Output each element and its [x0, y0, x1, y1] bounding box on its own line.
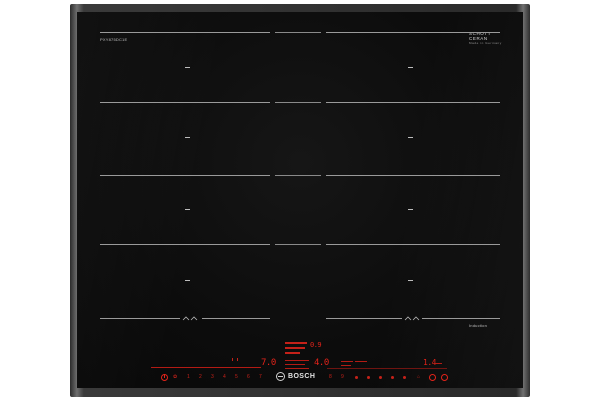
- zone-marker: [408, 67, 413, 68]
- zone-line-right-bottom-b: [422, 318, 500, 319]
- timer-button[interactable]: ⌂: [417, 374, 420, 380]
- right-dash: [355, 361, 367, 362]
- flex-zone-icon: [182, 316, 198, 321]
- scale-item-4[interactable]: 4: [223, 374, 226, 380]
- scale-item-7[interactable]: 7: [259, 374, 262, 380]
- touch-control-row: ✿ 1 2 3 4 5 6 7 BOSCH 8 9 ⌂: [77, 371, 523, 383]
- scale-item-2[interactable]: 2: [199, 374, 202, 380]
- zone-line-left-2: [100, 102, 270, 103]
- zone-line-right-2: [326, 102, 500, 103]
- zone-marker: [185, 137, 190, 138]
- zone-marker: [408, 137, 413, 138]
- brand-name: BOSCH: [288, 372, 316, 380]
- control-panel: 0.9 7.0 4.0 1.4 ✿ 1 2 3 4 5 6 7 BOSCH 8 …: [77, 328, 523, 388]
- scale-dot[interactable]: [367, 376, 370, 379]
- zone-line-center-4: [275, 244, 321, 245]
- slider-tick: [237, 358, 238, 361]
- right-dash: [341, 365, 351, 366]
- slider-tick: [232, 358, 233, 361]
- flex-zone-icon: [404, 316, 420, 321]
- scale-dot[interactable]: [391, 376, 394, 379]
- scale-item-8[interactable]: 8: [329, 374, 332, 380]
- left-slider-line: [151, 367, 261, 368]
- brand-line-3: Made in Germany: [469, 41, 502, 45]
- scale-dot[interactable]: [403, 376, 406, 379]
- zone-line-left-bottom-a: [100, 318, 180, 319]
- timer-icon[interactable]: [429, 374, 436, 381]
- bosch-logo-icon: [276, 371, 285, 381]
- zone-marker: [185, 280, 190, 281]
- scale-item-9[interactable]: 9: [341, 374, 344, 380]
- scale-item-6[interactable]: 6: [247, 374, 250, 380]
- right-slider-line: [327, 368, 447, 369]
- zone-marker: [185, 67, 190, 68]
- center-dash: [285, 364, 305, 365]
- scale-item-3[interactable]: 3: [211, 374, 214, 380]
- center-level-display: 4.0: [314, 358, 329, 368]
- power-button[interactable]: [161, 374, 168, 381]
- settings-button[interactable]: [441, 374, 448, 381]
- zone-marker: [185, 209, 190, 210]
- favorite-button[interactable]: ✿: [173, 374, 177, 380]
- scale-item-5[interactable]: 5: [235, 374, 238, 380]
- center-upper-display: 0.9: [310, 341, 322, 349]
- zone-line-right-bottom-a: [326, 318, 402, 319]
- left-level-display: 7.0: [261, 358, 276, 368]
- zone-line-center-3: [275, 175, 321, 176]
- zone-marker: [408, 209, 413, 210]
- scale-dot[interactable]: [355, 376, 358, 379]
- zone-line-right-4: [326, 244, 500, 245]
- zone-line-left-bottom-b: [202, 318, 270, 319]
- zone-line-right-1: [326, 32, 500, 33]
- zone-line-left-1: [100, 32, 270, 33]
- timer-dash: [435, 363, 442, 364]
- zone-line-left-3: [100, 175, 270, 176]
- center-dash: [285, 360, 309, 361]
- scale-dot[interactable]: [379, 376, 382, 379]
- zone-line-center-2: [275, 102, 321, 103]
- brand-logo: BOSCH: [276, 369, 315, 383]
- zone-line-center-1: [275, 32, 321, 33]
- level-bar-stack: [285, 342, 307, 357]
- model-label: PXY875DC1E: [100, 37, 128, 42]
- timer-display: 1.4: [423, 358, 436, 367]
- zone-marker: [408, 280, 413, 281]
- glass-brand-block: SCHOTT CERAN Made in Germany: [469, 31, 505, 46]
- cooktop-glass: PXY875DC1E SCHOTT CERAN Made in Germany …: [77, 12, 523, 388]
- right-dash: [341, 361, 353, 362]
- scale-item-1[interactable]: 1: [187, 374, 190, 380]
- zone-line-left-4: [100, 244, 270, 245]
- zone-line-right-3: [326, 175, 500, 176]
